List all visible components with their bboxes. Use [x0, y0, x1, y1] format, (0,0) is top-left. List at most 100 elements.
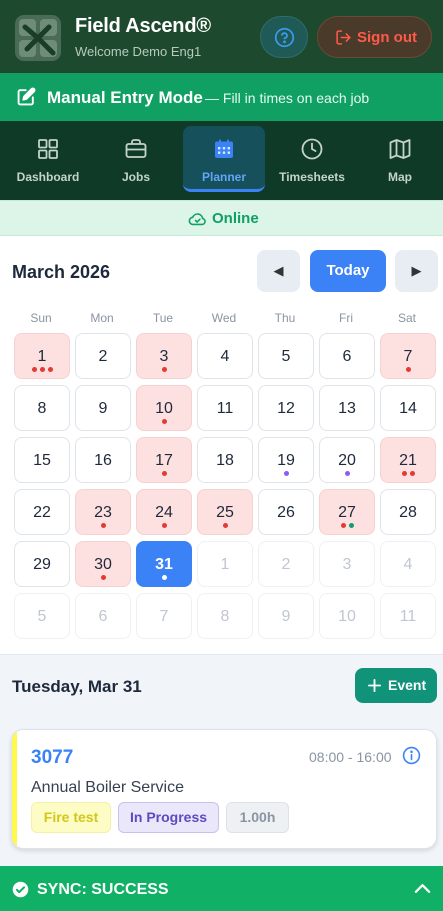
day-number: 17	[155, 452, 173, 469]
calendar-day[interactable]: 29	[14, 541, 70, 587]
job-title: Annual Boiler Service	[31, 779, 184, 796]
event-dot	[283, 471, 289, 476]
sync-label: SYNC: SUCCESS	[37, 881, 169, 898]
event-dot	[405, 367, 411, 372]
event-dots	[76, 523, 130, 531]
calendar-day[interactable]: 24	[136, 489, 192, 535]
tab-label: Planner	[201, 170, 246, 184]
day-number: 3	[342, 556, 352, 573]
day-number: 9	[98, 400, 108, 417]
calendar-day[interactable]: 9	[75, 385, 131, 431]
today-button[interactable]: Today	[310, 250, 386, 292]
calendar-day[interactable]: 30	[75, 541, 131, 587]
tab-jobs[interactable]: Jobs	[95, 126, 177, 192]
month-label: March 2026	[12, 262, 111, 282]
calendar-day[interactable]: 23	[75, 489, 131, 535]
event-dot	[31, 367, 37, 372]
calendar-day[interactable]: 28	[380, 489, 436, 535]
calendar-day[interactable]: 18	[197, 437, 253, 483]
day-number: 5	[37, 608, 47, 625]
day-number: 4	[220, 348, 230, 365]
status-badge: In Progress	[118, 802, 219, 833]
job-accent-bar	[12, 730, 17, 848]
check-circle-icon	[12, 881, 29, 898]
tab-planner[interactable]: Planner	[183, 126, 265, 192]
event-dots	[15, 367, 69, 375]
tab-label: Timesheets	[279, 170, 345, 184]
cloud-check-icon	[188, 213, 206, 226]
next-month-button[interactable]: ▶	[395, 250, 438, 292]
calendar-day[interactable]: 26	[258, 489, 314, 535]
calendar-day[interactable]: 25	[197, 489, 253, 535]
tab-dashboard[interactable]: Dashboard	[7, 126, 89, 192]
logout-icon	[336, 30, 351, 45]
calendar-day[interactable]: 8	[14, 385, 70, 431]
day-number: 11	[399, 608, 417, 625]
help-button[interactable]	[260, 16, 308, 58]
calendar-day: 3	[319, 541, 375, 587]
calendar-day[interactable]: 11	[197, 385, 253, 431]
calendar-day[interactable]: 12	[258, 385, 314, 431]
event-dot	[161, 523, 167, 528]
status-label: Online	[212, 210, 259, 227]
prev-month-button[interactable]: ◀	[257, 250, 300, 292]
weekday-label: Sun	[30, 311, 52, 325]
event-dot	[100, 523, 106, 528]
calendar-day[interactable]: 3	[136, 333, 192, 379]
calendar-day[interactable]: 5	[258, 333, 314, 379]
event-dots	[320, 523, 374, 531]
calendar-day[interactable]: 2	[75, 333, 131, 379]
calendar-day[interactable]: 16	[75, 437, 131, 483]
chevron-up-icon[interactable]	[414, 882, 431, 894]
day-number: 31	[155, 556, 173, 573]
event-dot	[161, 471, 167, 476]
day-number: 18	[216, 452, 234, 469]
calendar-day[interactable]: 31	[136, 541, 192, 587]
calendar-day[interactable]: 14	[380, 385, 436, 431]
fire-test-badge: Fire test	[31, 802, 111, 833]
event-dots	[137, 471, 191, 479]
event-dots	[76, 575, 130, 583]
calendar-day[interactable]: 7	[380, 333, 436, 379]
calendar-day[interactable]: 6	[319, 333, 375, 379]
calendar-day[interactable]: 10	[136, 385, 192, 431]
event-dots	[259, 471, 313, 479]
event-dot	[47, 367, 53, 372]
day-number: 22	[33, 504, 51, 521]
calendar-day[interactable]: 27	[319, 489, 375, 535]
event-dots	[137, 523, 191, 531]
calendar-day[interactable]: 19	[258, 437, 314, 483]
job-time: 08:00 - 16:00	[309, 749, 392, 765]
day-number: 20	[338, 452, 356, 469]
calendar-day: 1	[197, 541, 253, 587]
sign-out-button[interactable]: Sign out	[317, 16, 432, 58]
calendar-day[interactable]: 17	[136, 437, 192, 483]
tab-map[interactable]: Map	[359, 126, 441, 192]
calendar-day[interactable]: 1	[14, 333, 70, 379]
day-number: 30	[94, 556, 112, 573]
calendar-day[interactable]: 20	[319, 437, 375, 483]
calendar: March 2026 ◀ Today ▶ Sun Mon Tue Wed Thu…	[0, 236, 443, 654]
calendar-day[interactable]: 21	[380, 437, 436, 483]
tab-timesheets[interactable]: Timesheets	[271, 126, 353, 192]
add-event-button[interactable]: Event	[355, 668, 437, 703]
calendar-day[interactable]: 4	[197, 333, 253, 379]
calendar-day[interactable]: 15	[14, 437, 70, 483]
event-dot	[401, 471, 407, 476]
calendar-day[interactable]: 22	[14, 489, 70, 535]
calendar-day[interactable]: 13	[319, 385, 375, 431]
info-icon[interactable]	[402, 746, 421, 765]
job-card[interactable]: 3077 08:00 - 16:00 Annual Boiler Service…	[11, 729, 437, 849]
event-dot	[409, 471, 415, 476]
app-root: { "header": { "title": "Field Ascend®", …	[0, 0, 443, 911]
day-number: 8	[220, 608, 230, 625]
calendar-day: 6	[75, 593, 131, 639]
day-number: 5	[281, 348, 291, 365]
sync-status-bar[interactable]: SYNC: SUCCESS	[0, 866, 443, 911]
calendar-day: 2	[258, 541, 314, 587]
briefcase-icon	[125, 139, 147, 158]
day-number: 10	[338, 608, 356, 625]
event-dots	[137, 419, 191, 427]
event-dot	[222, 523, 228, 528]
question-circle-icon	[274, 27, 295, 48]
